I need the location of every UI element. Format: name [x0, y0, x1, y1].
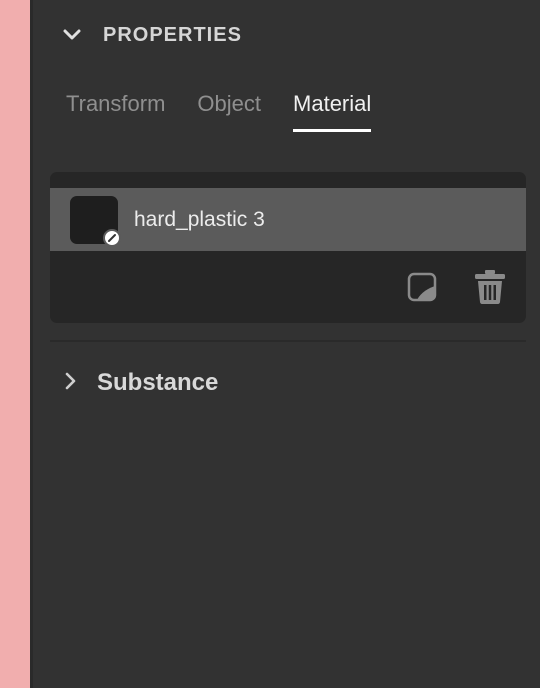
tab-object[interactable]: Object	[197, 88, 261, 132]
material-swatch[interactable]	[70, 195, 121, 247]
delete-trash-icon[interactable]	[474, 270, 506, 304]
properties-panel: PROPERTIES Transform Object Material har…	[33, 0, 540, 688]
material-card: hard_plastic 3	[50, 172, 526, 323]
material-actions	[406, 270, 506, 304]
app-root: PROPERTIES Transform Object Material har…	[0, 0, 540, 688]
substance-title: Substance	[97, 369, 219, 396]
material-list-item[interactable]: hard_plastic 3	[50, 188, 526, 251]
chevron-right-icon[interactable]	[65, 372, 77, 395]
chevron-down-icon[interactable]	[63, 26, 81, 44]
tab-transform[interactable]: Transform	[66, 88, 165, 132]
properties-title: PROPERTIES	[103, 23, 242, 46]
canvas-area[interactable]	[0, 0, 30, 688]
properties-tabs: Transform Object Material	[66, 88, 372, 132]
material-name: hard_plastic 3	[134, 207, 265, 231]
tab-material[interactable]: Material	[293, 88, 372, 132]
material-badge-icon	[103, 228, 121, 247]
substance-header[interactable]: Substance	[65, 366, 218, 400]
section-divider	[50, 340, 526, 342]
replace-material-icon[interactable]	[406, 270, 438, 304]
properties-header[interactable]: PROPERTIES	[63, 18, 242, 52]
